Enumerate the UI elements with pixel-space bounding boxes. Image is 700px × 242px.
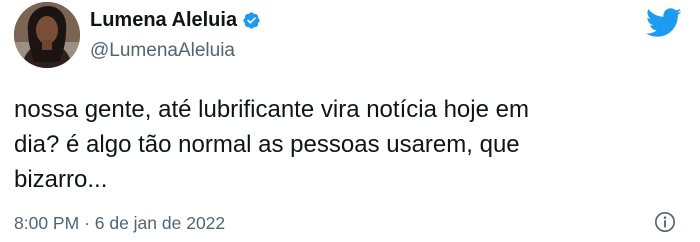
meta-separator: · <box>79 213 95 233</box>
avatar[interactable] <box>14 2 80 68</box>
info-icon[interactable] <box>654 211 676 233</box>
tweet-timestamp[interactable]: 8:00 PM · 6 de jan de 2022 <box>14 212 225 234</box>
tweet-text: nossa gente, até lubrificante vira notíc… <box>14 96 529 193</box>
tweet-time: 8:00 PM <box>14 213 80 233</box>
display-name-row: Lumena Aleluia <box>90 8 261 32</box>
tweet-date: 6 de jan de 2022 <box>94 213 226 233</box>
tweet-card: Lumena Aleluia @LumenaAleluia nossa gent… <box>0 0 700 242</box>
display-name[interactable]: Lumena Aleluia <box>90 8 237 32</box>
verified-badge-icon <box>242 11 261 30</box>
twitter-bird-icon[interactable] <box>646 8 682 38</box>
user-handle[interactable]: @LumenaAleluia <box>90 40 235 62</box>
